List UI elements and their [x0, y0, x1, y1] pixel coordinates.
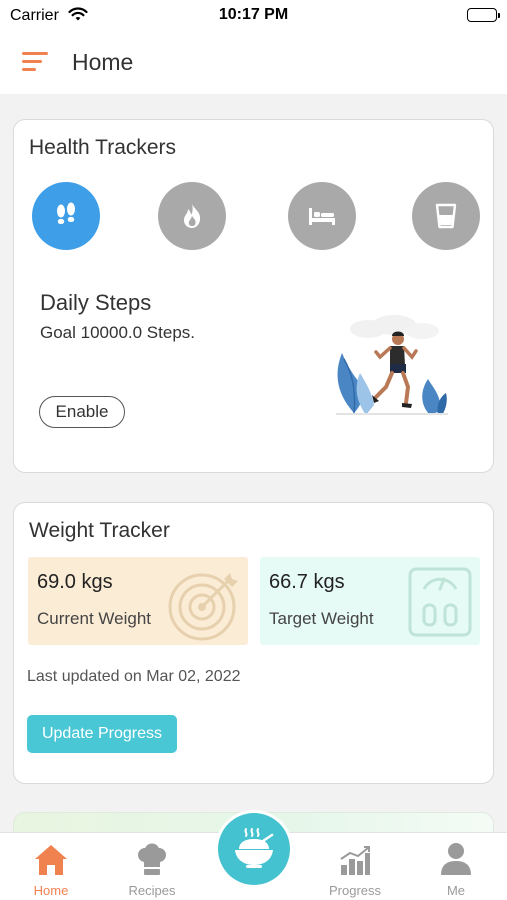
tab-progress[interactable]: Progress [315, 841, 395, 898]
clock: 10:17 PM [218, 6, 289, 23]
chef-hat-icon [138, 843, 166, 875]
bed-icon [309, 208, 335, 225]
glass-icon [435, 203, 457, 229]
status-bar: Carrier 10:17 PM [0, 0, 507, 32]
current-weight-box: 69.0 kgs Current Weight [28, 557, 248, 645]
tracker-sleep-button[interactable] [288, 182, 356, 250]
current-weight-label: Current Weight [37, 609, 152, 628]
last-updated-text: Last updated on Mar 02, 2022 [27, 668, 241, 685]
tab-progress-label: Progress [328, 883, 382, 898]
tracker-water-button[interactable] [412, 182, 480, 250]
update-progress-button[interactable]: Update Progress [27, 715, 177, 753]
current-weight-value: 69.0 kgs [37, 571, 113, 593]
weight-tracker-title: Weight Tracker [29, 519, 170, 542]
enable-button[interactable]: Enable [39, 396, 125, 428]
health-trackers-card: Health Trackers Daily Steps Goal 10000.0… [13, 119, 494, 473]
battery-icon [467, 8, 500, 22]
tab-home[interactable]: Home [11, 841, 91, 898]
center-meal-button[interactable] [218, 813, 290, 885]
tab-me-label: Me [446, 883, 466, 898]
nav-bar: Home [0, 32, 507, 94]
runner-illustration [336, 315, 448, 415]
health-trackers-title: Health Trackers [29, 136, 177, 159]
tab-me[interactable]: Me [416, 841, 496, 898]
tracker-steps-button[interactable] [32, 182, 100, 250]
tracker-calories-button[interactable] [158, 182, 226, 250]
tab-recipes[interactable]: Recipes [112, 841, 192, 898]
tab-home-label: Home [33, 883, 69, 898]
tracker-title: Daily Steps [40, 290, 152, 315]
footsteps-icon [57, 202, 75, 224]
weight-tracker-card: Weight Tracker 69.0 kgs Current Weight 6… [13, 502, 494, 784]
food-bowl-icon [235, 828, 274, 868]
scale-icon [408, 567, 472, 637]
page-title: Home [72, 49, 134, 75]
tab-recipes-label: Recipes [128, 883, 176, 898]
target-weight-value: 66.7 kgs [269, 571, 345, 593]
person-icon [441, 843, 471, 875]
home-icon [35, 845, 67, 875]
target-weight-box: 66.7 kgs Target Weight [260, 557, 480, 645]
target-icon [168, 573, 238, 641]
tracker-goal: Goal 10000.0 Steps. [40, 323, 196, 342]
target-weight-label: Target Weight [269, 609, 374, 628]
menu-icon[interactable] [22, 52, 48, 72]
bar-chart-icon [340, 846, 370, 875]
flame-icon [184, 204, 201, 228]
